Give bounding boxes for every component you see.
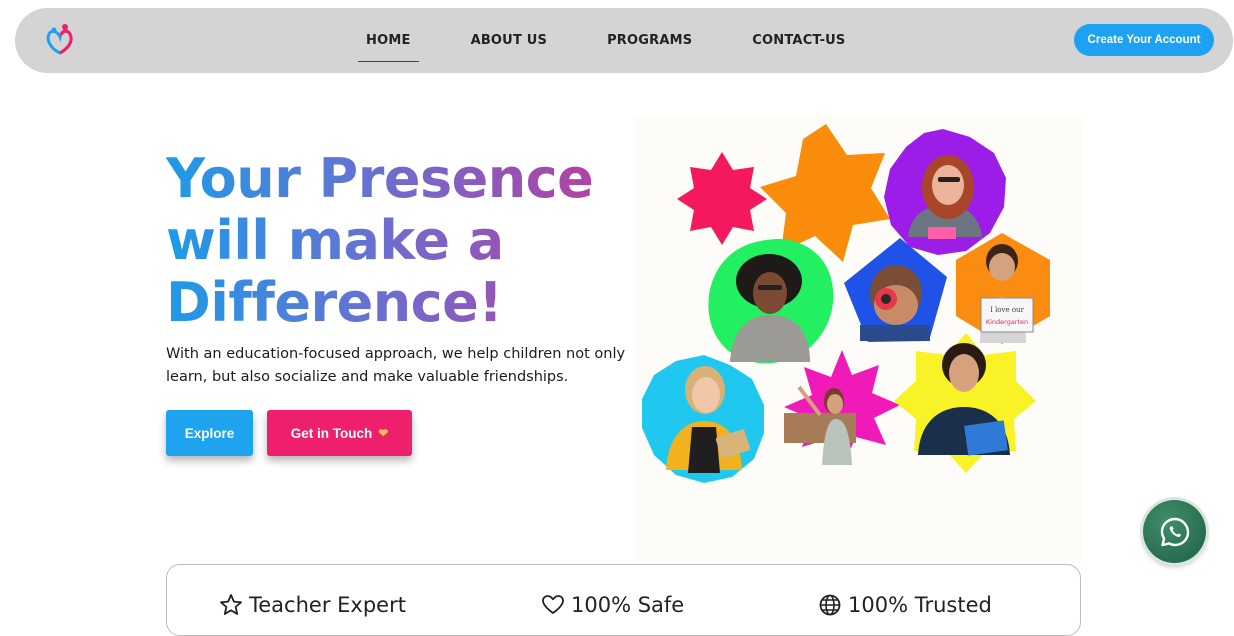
globe-icon bbox=[819, 594, 841, 616]
feature-label: 100% Trusted bbox=[848, 593, 992, 617]
star-icon bbox=[220, 594, 242, 615]
nav-contact-us[interactable]: CONTACT-US bbox=[744, 27, 853, 54]
svg-text:Kindergarten: Kindergarten bbox=[986, 318, 1028, 326]
explore-button[interactable]: Explore bbox=[166, 410, 253, 456]
hero-title: Your Presence will make a Difference! bbox=[166, 148, 636, 334]
feature-label: 100% Safe bbox=[571, 593, 685, 617]
logo-icon[interactable] bbox=[43, 22, 77, 56]
hero-title-line-2: will make a bbox=[166, 210, 636, 272]
whatsapp-button[interactable] bbox=[1143, 500, 1206, 563]
hero-collage-image: I love our Kindergarten bbox=[642, 124, 1050, 483]
navbar: HOME ABOUT US PROGRAMS CONTACT-US Create… bbox=[15, 8, 1233, 73]
create-account-button[interactable]: Create Your Account bbox=[1074, 24, 1214, 56]
explore-button-label: Explore bbox=[184, 425, 235, 441]
heart-icon: ❤ bbox=[378, 426, 389, 440]
feature-trusted: 100% Trusted bbox=[818, 593, 992, 617]
get-in-touch-button[interactable]: Get in Touch ❤ bbox=[267, 410, 412, 456]
nav-about-us[interactable]: ABOUT US bbox=[463, 27, 556, 54]
feature-label: Teacher Expert bbox=[249, 593, 406, 617]
svg-text:I love our: I love our bbox=[990, 306, 1024, 314]
whatsapp-icon bbox=[1160, 517, 1189, 546]
hero-title-line-1: Your Presence bbox=[166, 148, 636, 210]
heart-icon bbox=[542, 595, 564, 614]
feature-safe: 100% Safe bbox=[541, 593, 684, 617]
hero-title-line-3: Difference! bbox=[166, 272, 636, 334]
hero-subtitle: With an education-focused approach, we h… bbox=[166, 346, 626, 385]
nav-menu: HOME ABOUT US PROGRAMS CONTACT-US bbox=[358, 8, 898, 73]
red-star-shape bbox=[677, 152, 767, 245]
get-in-touch-label: Get in Touch bbox=[290, 425, 373, 441]
features-strip: Teacher Expert 100% Safe 100% Trusted bbox=[166, 564, 1081, 636]
nav-home[interactable]: HOME bbox=[358, 27, 419, 62]
nav-programs[interactable]: PROGRAMS bbox=[599, 27, 700, 54]
feature-teacher-expert: Teacher Expert bbox=[219, 593, 406, 617]
